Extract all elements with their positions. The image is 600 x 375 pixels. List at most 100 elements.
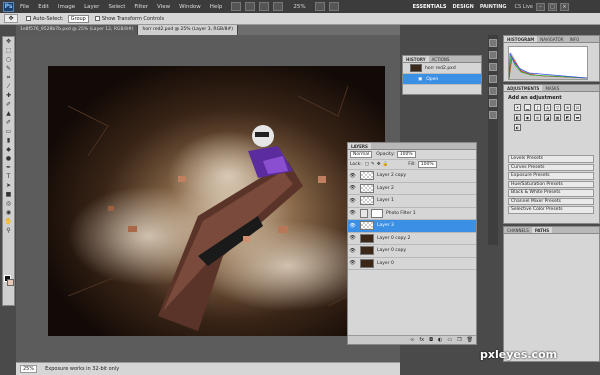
background-color-swatch[interactable] (7, 279, 14, 286)
brush-panel-icon[interactable] (489, 63, 497, 71)
menu-layer[interactable]: Layer (84, 4, 99, 10)
type-tool-icon[interactable]: T (3, 173, 14, 181)
posterize-icon[interactable]: ▦ (554, 114, 561, 121)
cs-live[interactable]: CS Live (515, 4, 533, 10)
layer-row[interactable]: 👁 Layer 0 copy (348, 245, 476, 258)
preset-item[interactable]: Selective Color Presets (508, 206, 594, 214)
levels-icon[interactable]: ▁ (524, 104, 531, 111)
mini-bridge-icon[interactable] (245, 2, 256, 11)
menu-select[interactable]: Select (108, 4, 125, 10)
visibility-eye-icon[interactable]: 👁 (348, 223, 357, 229)
auto-select-checkbox[interactable] (26, 16, 31, 21)
marquee-tool-icon[interactable]: ⬚ (3, 47, 14, 55)
move-tool-icon[interactable]: ✥ (3, 38, 14, 46)
preset-item[interactable]: Black & White Presets (508, 189, 594, 197)
dodge-tool-icon[interactable]: ● (3, 155, 14, 163)
move-tool-icon[interactable]: ✥ (4, 14, 18, 23)
delete-layer-icon[interactable]: 🗑 (467, 337, 473, 343)
add-mask-icon[interactable]: ◘ (429, 337, 433, 343)
brightness-contrast-icon[interactable]: ☀ (514, 104, 521, 111)
history-brush-tool-icon[interactable]: ✐ (3, 119, 14, 127)
eraser-tool-icon[interactable]: ▭ (3, 128, 14, 136)
history-snapshot[interactable]: horr red2.pxd (403, 63, 481, 74)
lock-position-icon[interactable]: ✥ (377, 162, 381, 167)
lock-paint-icon[interactable]: ✎ (371, 162, 375, 167)
zoom-icon[interactable] (273, 2, 284, 11)
new-layer-icon[interactable]: ❐ (457, 337, 461, 343)
menu-file[interactable]: File (20, 4, 29, 10)
opacity-field[interactable]: 100% (396, 151, 416, 158)
eyedropper-tool-icon[interactable]: ⁄ (3, 83, 14, 91)
quick-select-tool-icon[interactable]: ✎ (3, 65, 14, 73)
stamp-tool-icon[interactable]: ▲ (3, 110, 14, 118)
visibility-eye-icon[interactable]: 👁 (348, 173, 357, 179)
tab-channels[interactable]: CHANNELS (504, 227, 532, 233)
zoom-level[interactable]: 25% (293, 4, 305, 10)
pen-tool-icon[interactable]: ✒ (3, 164, 14, 172)
layer-row[interactable]: 👁 Photo Filter 1 (348, 208, 476, 220)
new-group-icon[interactable]: ▭ (447, 337, 452, 343)
visibility-eye-icon[interactable]: 👁 (348, 185, 357, 191)
tab-layers[interactable]: LAYERS (348, 143, 371, 149)
workspace-design[interactable]: DESIGN (453, 4, 474, 10)
workspace-painting[interactable]: PAINTING (480, 4, 507, 10)
layer-row[interactable]: 👁 Layer 1 (348, 195, 476, 208)
close-icon[interactable]: × (559, 2, 569, 11)
visibility-eye-icon[interactable]: 👁 (348, 235, 357, 241)
path-select-tool-icon[interactable]: ➤ (3, 182, 14, 190)
3d-rotate-tool-icon[interactable]: ◎ (3, 200, 14, 208)
tab-adjustments[interactable]: ADJUSTMENTS (504, 85, 543, 91)
hand-tool-icon[interactable]: ✋ (3, 218, 14, 226)
maximize-icon[interactable]: □ (547, 2, 557, 11)
new-adjustment-icon[interactable]: ◐ (438, 337, 442, 343)
gradient-map-icon[interactable]: ▬ (574, 114, 581, 121)
screen-mode-icon[interactable] (328, 2, 339, 11)
exposure-icon[interactable]: ± (544, 104, 551, 111)
photo-filter-icon[interactable]: ◉ (524, 114, 531, 121)
layer-mask-thumbnail[interactable] (371, 208, 383, 218)
shape-tool-icon[interactable]: ■ (3, 191, 14, 199)
tab-actions[interactable]: ACTIONS (429, 56, 453, 62)
visibility-eye-icon[interactable]: 👁 (348, 198, 357, 204)
zoom-tool-icon[interactable]: ⚲ (3, 227, 14, 235)
blur-tool-icon[interactable]: ◆ (3, 146, 14, 154)
preset-item[interactable]: Channel Mixer Presets (508, 197, 594, 205)
layer-row-selected[interactable]: 👁 Layer 3 (348, 220, 476, 233)
3d-panel-icon[interactable] (489, 111, 497, 119)
menu-image[interactable]: Image (58, 4, 75, 10)
tab-paths[interactable]: PATHS (531, 227, 553, 233)
hue-saturation-icon[interactable]: ≋ (564, 104, 571, 111)
status-zoom-field[interactable]: 25% (20, 365, 38, 373)
visibility-eye-icon[interactable]: 👁 (348, 248, 357, 254)
show-transform-checkbox[interactable] (94, 16, 100, 21)
preset-item[interactable]: Exposure Presets (508, 172, 594, 180)
tab-navigator[interactable]: NAVIGATOR (537, 36, 566, 42)
arrange-icon[interactable] (314, 2, 325, 11)
layer-row[interactable]: 👁 Layer 2 copy (348, 170, 476, 183)
document-tab[interactable]: 1e8f576_9528b7b.pxd @ 25% (Layer 12, RGB… (16, 25, 139, 35)
fill-field[interactable]: 100% (417, 161, 437, 168)
vibrance-icon[interactable]: ▽ (554, 104, 561, 111)
crop-tool-icon[interactable]: ⌗ (3, 74, 14, 82)
bridge-icon[interactable] (231, 2, 242, 11)
tab-history[interactable]: HISTORY (403, 56, 429, 62)
actions-panel-icon[interactable] (489, 51, 497, 59)
document-tab-active[interactable]: horr red2.pxd @ 25% (Layer 3, RGB/8#) (138, 25, 239, 35)
threshold-icon[interactable]: ◩ (564, 114, 571, 121)
color-balance-icon[interactable]: ⚖ (574, 104, 581, 111)
menu-filter[interactable]: Filter (134, 4, 148, 10)
layer-row[interactable]: 👁 Layer 0 (348, 258, 476, 270)
paragraph-panel-icon[interactable] (489, 99, 497, 107)
preset-item[interactable]: Levels Presets (508, 155, 594, 163)
3d-orbit-tool-icon[interactable]: ◉ (3, 209, 14, 217)
blend-mode-dropdown[interactable]: Normal (350, 151, 373, 158)
preset-item[interactable]: Curves Presets (508, 163, 594, 171)
visibility-eye-icon[interactable]: 👁 (348, 210, 357, 216)
selective-color-icon[interactable]: ◐ (514, 124, 521, 131)
lasso-tool-icon[interactable]: ○ (3, 56, 14, 64)
visibility-eye-icon[interactable]: 👁 (348, 260, 357, 266)
hand-icon[interactable] (259, 2, 270, 11)
menu-window[interactable]: Window (179, 4, 201, 10)
menu-edit[interactable]: Edit (38, 4, 49, 10)
tab-info[interactable]: INFO (567, 36, 583, 42)
